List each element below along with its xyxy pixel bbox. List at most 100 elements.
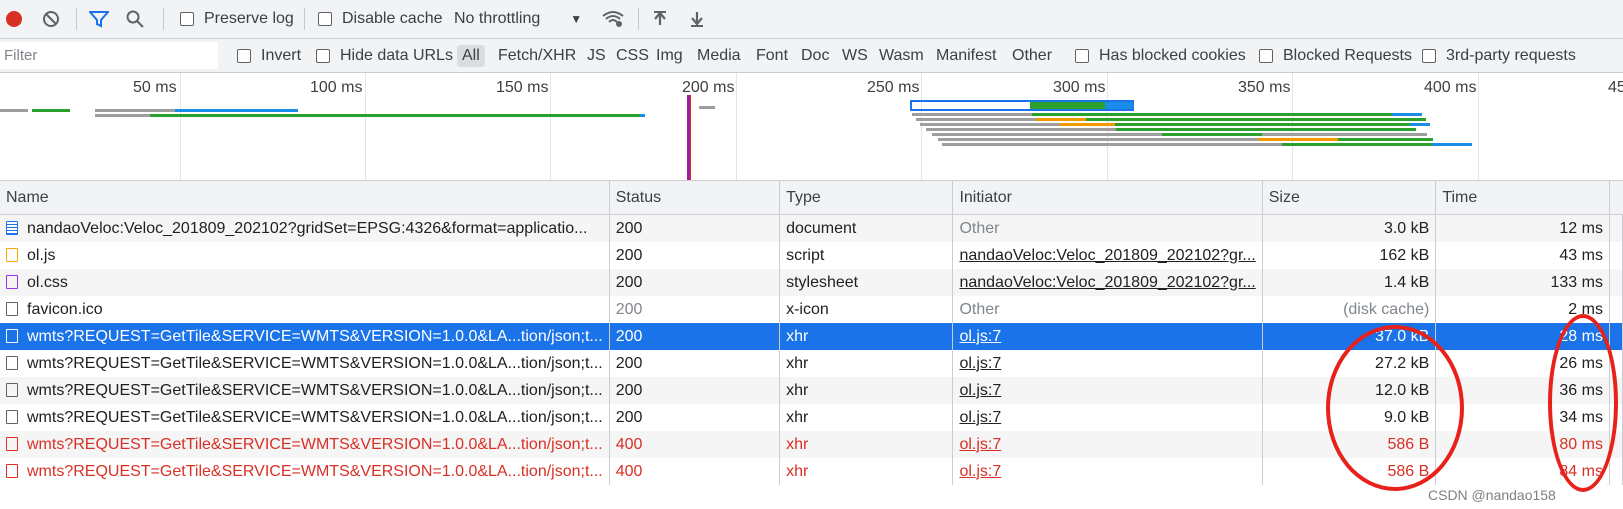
type-filter-font[interactable]: Font (756, 39, 788, 72)
type-filter-all-label: All (457, 44, 485, 67)
blocked-requests-checkbox[interactable]: Blocked Requests (1259, 39, 1412, 72)
request-status: 200 (609, 214, 781, 242)
table-row-selected[interactable]: wmts?REQUEST=GetTile&SERVICE=WMTS&VERSIO… (0, 323, 1623, 350)
request-size: 1.4 kB (1262, 269, 1437, 296)
column-header-name[interactable]: Name (0, 181, 610, 215)
import-har-button[interactable] (652, 0, 668, 38)
table-row-error[interactable]: wmts?REQUEST=GetTile&SERVICE=WMTS&VERSIO… (0, 431, 1623, 458)
request-status: 400 (609, 458, 781, 485)
column-header-status[interactable]: Status (609, 181, 781, 215)
has-blocked-cookies-checkbox[interactable]: Has blocked cookies (1075, 39, 1246, 72)
request-name: wmts?REQUEST=GetTile&SERVICE=WMTS&VERSIO… (27, 327, 603, 345)
table-row[interactable]: ol.js 200 script nandaoVeloc:Veloc_20180… (0, 242, 1623, 269)
tick-label: 300 ms (1053, 79, 1106, 96)
request-type: script (779, 242, 954, 269)
request-type: xhr (779, 458, 954, 485)
table-header: Name Status Type Initiator Size Time (0, 181, 1623, 215)
table-row[interactable]: wmts?REQUEST=GetTile&SERVICE=WMTS&VERSIO… (0, 350, 1623, 377)
type-filter-js[interactable]: JS (587, 39, 606, 72)
search-icon (126, 10, 144, 28)
throttling-select[interactable]: No throttling ▼ (454, 0, 582, 38)
request-type: xhr (779, 404, 954, 431)
preserve-log-checkbox[interactable]: Preserve log (180, 0, 294, 38)
record-button[interactable] (6, 0, 22, 38)
request-size: (disk cache) (1262, 296, 1437, 323)
column-header-overflow (1609, 181, 1623, 215)
initiator-link[interactable]: ol.js:7 (959, 328, 1001, 345)
file-icon (6, 355, 18, 370)
clear-button[interactable] (42, 0, 60, 38)
initiator-link[interactable]: ol.js:7 (959, 355, 1001, 372)
tick-label: 100 ms (310, 79, 363, 96)
type-filter-media[interactable]: Media (697, 39, 741, 72)
request-type: xhr (779, 350, 954, 377)
table-row[interactable]: favicon.ico 200 x-icon Other (disk cache… (0, 296, 1623, 323)
request-time: 26 ms (1435, 350, 1610, 377)
file-icon (6, 301, 18, 316)
request-type: x-icon (779, 296, 954, 323)
has-blocked-cookies-label: Has blocked cookies (1099, 46, 1246, 64)
file-icon (6, 436, 18, 451)
column-header-time[interactable]: Time (1435, 181, 1610, 215)
throttling-value: No throttling (454, 10, 541, 27)
timeline-overview[interactable]: 50 ms 100 ms 150 ms 200 ms 250 ms 300 ms… (0, 73, 1623, 181)
type-filter-img[interactable]: Img (656, 39, 683, 72)
export-har-button[interactable] (689, 0, 705, 38)
initiator-link[interactable]: ol.js:7 (959, 436, 1001, 453)
hide-data-urls-checkbox[interactable]: Hide data URLs (316, 39, 453, 72)
column-header-type[interactable]: Type (779, 181, 954, 215)
column-header-initiator[interactable]: Initiator (952, 181, 1263, 215)
filter-input[interactable]: Filter (0, 42, 218, 69)
request-status: 200 (609, 377, 781, 404)
initiator-link[interactable]: ol.js:7 (959, 382, 1001, 399)
invert-box[interactable] (237, 48, 251, 63)
network-toolbar: Preserve log Disable cache No throttling… (0, 0, 1623, 39)
blocked-requests-label: Blocked Requests (1283, 46, 1412, 64)
upload-icon (654, 11, 666, 25)
initiator-link[interactable]: ol.js:7 (959, 463, 1001, 480)
type-filter-css[interactable]: CSS (616, 39, 649, 72)
type-filter-all[interactable]: All (457, 39, 485, 72)
table-row-error[interactable]: wmts?REQUEST=GetTile&SERVICE=WMTS&VERSIO… (0, 458, 1623, 485)
preserve-log-box[interactable] (180, 12, 194, 26)
table-row[interactable]: wmts?REQUEST=GetTile&SERVICE=WMTS&VERSIO… (0, 377, 1623, 404)
wifi-settings-icon (602, 11, 624, 27)
disable-cache-box[interactable] (318, 12, 332, 26)
has-blocked-cookies-box[interactable] (1075, 48, 1089, 63)
table-row[interactable]: wmts?REQUEST=GetTile&SERVICE=WMTS&VERSIO… (0, 404, 1623, 431)
invert-checkbox[interactable]: Invert (237, 39, 301, 72)
third-party-box[interactable] (1422, 48, 1436, 63)
request-name: nandaoVeloc:Veloc_201809_202102?gridSet=… (27, 219, 588, 237)
hide-data-urls-box[interactable] (316, 48, 330, 63)
filter-toggle-button[interactable] (89, 0, 109, 38)
table-row[interactable]: ol.css 200 stylesheet nandaoVeloc:Veloc_… (0, 269, 1623, 296)
request-size: 27.2 kB (1262, 350, 1437, 377)
initiator-link[interactable]: nandaoVeloc:Veloc_201809_202102?gr... (959, 247, 1255, 264)
search-button[interactable] (126, 0, 144, 38)
blocked-requests-box[interactable] (1259, 48, 1273, 63)
initiator-link[interactable]: nandaoVeloc:Veloc_201809_202102?gr... (959, 274, 1255, 291)
file-icon (6, 382, 18, 397)
network-conditions-button[interactable] (602, 0, 624, 38)
type-filter-ws[interactable]: WS (842, 39, 868, 72)
file-icon (6, 409, 18, 424)
request-name: ol.js (27, 246, 56, 264)
type-filter-doc[interactable]: Doc (801, 39, 829, 72)
third-party-checkbox[interactable]: 3rd-party requests (1422, 39, 1576, 72)
disable-cache-label: Disable cache (342, 10, 443, 27)
request-time: 43 ms (1435, 242, 1610, 269)
request-size: 162 kB (1262, 242, 1437, 269)
request-status: 200 (609, 269, 781, 296)
type-filter-wasm[interactable]: Wasm (879, 39, 924, 72)
initiator-link[interactable]: ol.js:7 (959, 409, 1001, 426)
request-name: wmts?REQUEST=GetTile&SERVICE=WMTS&VERSIO… (27, 462, 603, 480)
column-header-size[interactable]: Size (1262, 181, 1437, 215)
type-filter-fetch-xhr[interactable]: Fetch/XHR (498, 39, 576, 72)
type-filter-manifest[interactable]: Manifest (936, 39, 996, 72)
request-type: document (779, 214, 954, 242)
invert-label: Invert (261, 46, 302, 64)
table-row[interactable]: nandaoVeloc:Veloc_201809_202102?gridSet=… (0, 214, 1623, 242)
disable-cache-checkbox[interactable]: Disable cache (318, 0, 443, 38)
chevron-down-icon: ▼ (570, 12, 583, 26)
type-filter-other[interactable]: Other (1012, 39, 1052, 72)
